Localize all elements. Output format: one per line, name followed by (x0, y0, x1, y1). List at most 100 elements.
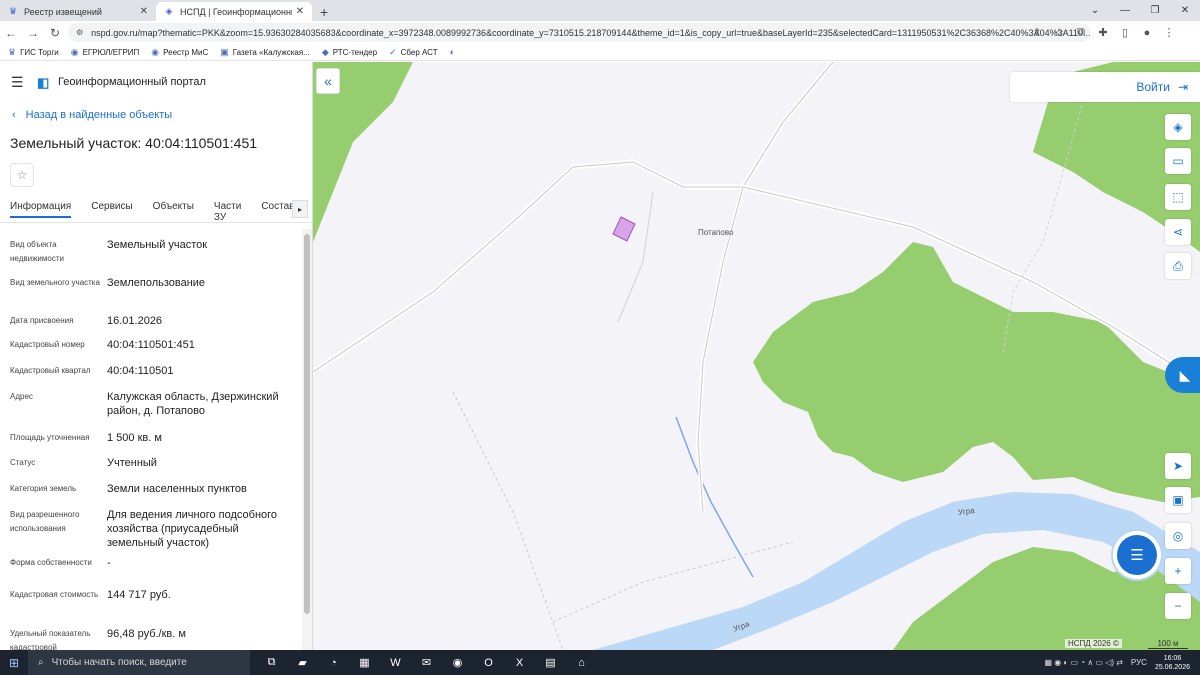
bookmark-icon: ✓ (389, 46, 397, 57)
clock-time: 16:06 (1163, 654, 1182, 662)
profile-icon[interactable]: ● (1136, 27, 1158, 39)
menu-icon[interactable]: ⋮ (1158, 26, 1180, 39)
bookmark-label: РТС-тендер (332, 47, 378, 57)
file-explorer-icon[interactable]: ▰ (287, 656, 318, 669)
windows-start-icon[interactable]: ⊞ (0, 656, 28, 670)
store-icon[interactable]: ▦ (349, 656, 380, 669)
excel-icon[interactable]: X (504, 657, 535, 669)
track (452, 391, 564, 650)
bookmark-icon: ◉ (70, 46, 79, 57)
measure-button[interactable]: ▭ (1165, 148, 1191, 174)
bookmark-label: ЕГРЮЛ/ЕГРИП (82, 47, 140, 57)
outlook-icon[interactable]: O (473, 657, 504, 669)
language-indicator[interactable]: РУС (1131, 658, 1147, 667)
tray-icons[interactable]: ▦ ◉ ◐ ▭ ◔ ∧ ▭ ◁) ⇄ (1044, 658, 1122, 667)
tab-parts[interactable]: Части ЗУ (214, 201, 241, 223)
collapse-panel-button[interactable]: « (316, 68, 340, 94)
property-row: Вид земельного участка Землепользование (10, 276, 295, 290)
property-value: Земли населенных пунктов (107, 483, 247, 495)
browser-tab[interactable]: ♛ Реестр извещений ✕ (0, 2, 156, 21)
browser-tab-strip: ♛ Реестр извещений ✕ ◈ НСПД | Геоинформа… (0, 0, 1200, 21)
property-row: Кадастровый номер 40:04:110501:451 (10, 338, 295, 352)
share-map-button[interactable]: ⋖ (1165, 219, 1191, 245)
extensions-icon[interactable]: ⧉ (1070, 26, 1092, 39)
home-app-icon[interactable]: ⌂ (566, 657, 597, 669)
bookmark-item[interactable]: ◉ Реестр МиС (151, 47, 208, 58)
site-info-icon[interactable]: ⚙ (76, 28, 83, 37)
property-row: Удельный показатель кадастровой 96,48 ру… (10, 627, 295, 650)
bookmark-star-icon[interactable]: ☆ (1048, 26, 1070, 39)
hamburger-menu-icon[interactable]: ☰ (11, 74, 24, 91)
help-button[interactable]: ◣ (1165, 357, 1200, 393)
bookmark-label: ГИС Торги (20, 47, 59, 57)
close-tab-icon[interactable]: ✕ (296, 6, 304, 17)
object-info-panel: ☰ ◧ Геоинформационный портал ‹ Назад в н… (0, 62, 313, 650)
tab-services[interactable]: Сервисы (91, 201, 132, 221)
tab-objects[interactable]: Объекты (153, 201, 194, 221)
calculator-icon[interactable]: ▤ (535, 656, 566, 669)
share-icon[interactable]: ⇪ (1026, 26, 1048, 39)
maximize-icon[interactable]: ❐ (1140, 5, 1170, 16)
tab-information[interactable]: Информация (10, 201, 72, 221)
chat-button[interactable]: ☰ (1117, 535, 1157, 575)
login-button[interactable]: Войти ⇥ (1010, 72, 1200, 102)
minimize-icon[interactable]: — (1110, 5, 1140, 16)
close-window-icon[interactable]: ✕ (1170, 5, 1200, 16)
scrollbar-thumb[interactable] (304, 234, 310, 614)
mail-icon[interactable]: ✉ (411, 656, 442, 669)
property-key: Форма собственности (10, 558, 92, 567)
property-value: 144 717 руб. (107, 589, 171, 601)
url-text: nspd.gov.ru/map?thematic=PKK&zoom=15.936… (91, 27, 1090, 38)
layers-button[interactable]: ◈ (1165, 114, 1191, 140)
bookmark-item[interactable]: ✓ Сбер АСТ (389, 47, 438, 58)
extension-icon[interactable]: ✚ (1092, 26, 1114, 39)
bookmark-item[interactable]: ◆ РТС-тендер (322, 47, 377, 58)
reload-icon[interactable]: ↻ (44, 26, 66, 40)
edge-browser-icon[interactable]: ◔ (318, 657, 349, 669)
back-arrow-icon[interactable]: ← (0, 26, 22, 40)
property-row: Вид разрешенного использования Для веден… (10, 508, 295, 550)
select-area-button[interactable]: ⬚ (1165, 184, 1191, 210)
url-field[interactable]: ⚙ nspd.gov.ru/map?thematic=PKK&zoom=15.9… (68, 23, 1090, 42)
navigation-arrow-icon: ➤ (1172, 459, 1184, 473)
tabs-scroll-right-icon[interactable]: ▸ (292, 200, 308, 218)
stream (675, 416, 754, 578)
bookmark-item[interactable]: ◉ ЕГРЮЛ/ЕГРИП (71, 47, 140, 58)
tab-search-icon[interactable]: ⌄ (1080, 5, 1110, 16)
clock[interactable]: 16:06 25.06.2026 (1155, 654, 1190, 672)
map-canvas[interactable] (313, 62, 1200, 650)
close-tab-icon[interactable]: ✕ (140, 6, 148, 17)
bookmark-item[interactable]: ◐ (450, 47, 459, 57)
property-value: 96,48 руб./кв. м (107, 628, 186, 640)
minimap-button[interactable]: ▣ (1165, 487, 1191, 513)
taskbar-search[interactable]: ⌕ Чтобы начать поиск, введите (28, 650, 250, 675)
login-icon: ⇥ (1177, 80, 1188, 94)
property-row: Кадастровая стоимость 144 717 руб. (10, 588, 295, 602)
info-tabs: Информация Сервисы Объекты Части ЗУ Сост… (10, 201, 300, 223)
zoom-in-button[interactable]: + (1165, 558, 1191, 584)
property-value: 16.01.2026 (107, 315, 163, 327)
object-title: Земельный участок: 40:04:110501:451 (10, 135, 258, 151)
geolocation-button[interactable]: ➤ (1165, 453, 1191, 479)
zoom-out-button[interactable]: − (1165, 593, 1191, 619)
map-view[interactable]: Потапово Угра Угра « Войти ⇥ ◈ ▭ ⬚ ⋖ ⎙ ◣… (313, 62, 1200, 650)
bookmark-item[interactable]: ♛ ГИС Торги (8, 47, 59, 58)
favorite-star-icon[interactable]: ☆ (10, 163, 34, 187)
bookmark-item[interactable]: ▣ Газета «Калужская... (220, 47, 310, 58)
new-tab-button[interactable]: + (312, 2, 336, 21)
layers-icon: ◈ (1173, 120, 1183, 134)
locate-button[interactable]: ◎ (1165, 523, 1191, 549)
road (617, 191, 654, 323)
windows-taskbar: ⊞ ⌕ Чтобы начать поиск, введите ⧉ ▰ ◔ ▦ … (0, 650, 1200, 675)
panel-scrollbar[interactable] (302, 229, 312, 650)
task-view-icon[interactable]: ⧉ (256, 656, 287, 669)
tab-composition[interactable]: Состав (261, 201, 294, 221)
back-to-results-link[interactable]: ‹ Назад в найденные объекты (12, 109, 172, 121)
forward-arrow-icon[interactable]: → (22, 26, 44, 40)
word-icon[interactable]: W (380, 657, 411, 669)
locate-icon: ◎ (1172, 529, 1184, 543)
sidebar-icon[interactable]: ▯ (1114, 26, 1136, 39)
browser-tab-active[interactable]: ◈ НСПД | Геоинформационный п ✕ (156, 2, 312, 21)
print-button[interactable]: ⎙ (1165, 253, 1191, 279)
chrome-icon[interactable]: ◉ (442, 656, 473, 669)
